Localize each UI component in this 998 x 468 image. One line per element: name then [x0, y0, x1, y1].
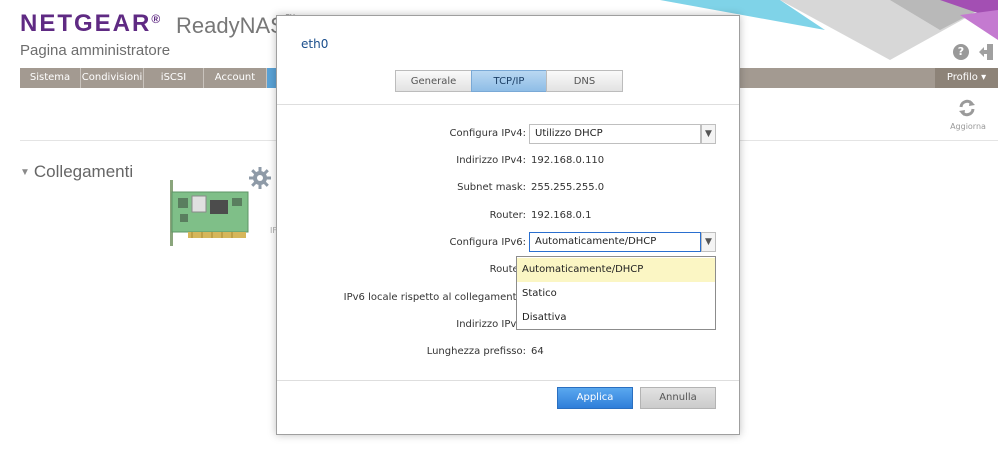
tab-tcpip[interactable]: TCP/IP	[471, 70, 547, 92]
dialog-header-divider	[277, 104, 739, 105]
ipv4-config-label: Configura IPv4:	[449, 128, 526, 139]
chevron-down-icon[interactable]: ▼	[701, 232, 716, 252]
prefix-length-value: 64	[531, 346, 544, 357]
prefix-length-label: Lunghezza prefisso:	[426, 346, 526, 357]
product-label: ReadyNAS	[176, 13, 285, 38]
ipv6-link-local-label: IPv6 locale rispetto al collegamento:	[343, 292, 526, 303]
cancel-button[interactable]: Annulla	[640, 387, 716, 409]
ipv6-address-label: Indirizzo IPv6:	[456, 319, 526, 330]
tab-dns[interactable]: DNS	[546, 70, 623, 92]
eth0-settings-dialog: eth0 Generale TCP/IP DNS Configura IPv4:…	[276, 15, 740, 435]
netgear-logo: NETGEAR®	[20, 10, 160, 38]
refresh-label[interactable]: Aggiorna	[948, 122, 988, 131]
ipv4-address-value: 192.168.0.110	[531, 155, 605, 166]
dialog-footer-divider	[277, 380, 739, 381]
ipv6-router-label: Router:	[489, 264, 526, 275]
router-value: 192.168.0.1	[531, 210, 592, 221]
nav-sistema[interactable]: Sistema	[20, 68, 81, 88]
ipv4-config-select[interactable]: Utilizzo DHCP	[529, 124, 701, 144]
brand-name: NETGEAR	[20, 10, 152, 37]
page-subtitle: Pagina amministratore	[20, 42, 171, 59]
ipv6-config-dropdown: Automaticamente/DHCP Statico Disattiva	[516, 256, 716, 330]
chevron-down-icon[interactable]: ▼	[701, 124, 716, 144]
refresh-icon[interactable]	[957, 98, 977, 118]
router-label: Router:	[489, 210, 526, 221]
help-icon[interactable]: ?	[953, 44, 969, 60]
dropdown-option-static[interactable]: Statico	[517, 282, 715, 306]
dropdown-option-automatic[interactable]: Automaticamente/DHCP	[517, 258, 715, 282]
section-title[interactable]: ▼ Collegamenti	[20, 162, 133, 182]
ipv6-config-label: Configura IPv6:	[449, 237, 526, 248]
dialog-title: eth0	[301, 37, 329, 51]
dropdown-option-disabled[interactable]: Disattiva	[517, 306, 715, 330]
ipv4-address-label: Indirizzo IPv4:	[456, 155, 526, 166]
ipv6-config-select[interactable]: Automaticamente/DHCP	[529, 232, 701, 252]
subnet-mask-label: Subnet mask:	[457, 182, 526, 193]
nav-iscsi[interactable]: iSCSI	[144, 68, 204, 88]
subnet-mask-value: 255.255.255.0	[531, 182, 605, 193]
nav-account[interactable]: Account	[204, 68, 267, 88]
brand-registered-mark: ®	[151, 12, 161, 26]
logout-icon[interactable]	[978, 43, 994, 61]
nav-condivisioni[interactable]: Condivisioni	[81, 68, 144, 88]
apply-button[interactable]: Applica	[557, 387, 633, 409]
profile-menu[interactable]: Profilo ▾	[935, 68, 998, 88]
section-title-label: Collegamenti	[33, 162, 134, 181]
collapse-triangle-icon[interactable]: ▼	[20, 167, 30, 178]
tab-generale[interactable]: Generale	[395, 70, 472, 92]
